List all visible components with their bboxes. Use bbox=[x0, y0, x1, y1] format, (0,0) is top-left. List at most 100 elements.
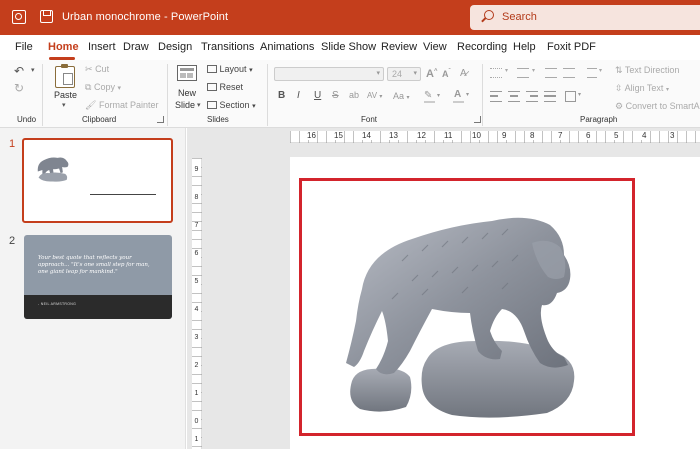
strikethrough-button[interactable]: S bbox=[332, 90, 339, 101]
highlight-color-button[interactable]: ✎ ▾ bbox=[424, 90, 442, 104]
tab-recording[interactable]: Recording bbox=[457, 41, 507, 53]
font-group-label: Font bbox=[361, 115, 378, 124]
copy-icon: ⧉ bbox=[85, 82, 92, 92]
ruler-number: 13 bbox=[388, 131, 399, 140]
tab-file[interactable]: File bbox=[15, 41, 33, 53]
clipboard-icon bbox=[55, 64, 75, 88]
decrease-indent-button[interactable] bbox=[545, 68, 557, 80]
bold-button[interactable]: B bbox=[278, 90, 285, 101]
tab-review[interactable]: Review bbox=[381, 41, 417, 53]
italic-button[interactable]: I bbox=[297, 90, 300, 101]
tab-help[interactable]: Help bbox=[513, 41, 536, 53]
tab-draw[interactable]: Draw bbox=[123, 41, 149, 53]
change-case-button[interactable]: Aa ▾ bbox=[393, 91, 410, 101]
ruler-number: 4 bbox=[641, 131, 648, 140]
convert-smartart-button[interactable]: ⚙ Convert to SmartArt bbox=[615, 101, 700, 112]
align-text-button[interactable]: ⇳ Align Text ▾ bbox=[615, 83, 669, 94]
font-name-combo[interactable]: ▾ bbox=[274, 67, 384, 81]
save-icon[interactable] bbox=[40, 10, 53, 23]
text-direction-icon: ⇅ bbox=[615, 65, 623, 75]
ruler-number: 12 bbox=[416, 131, 427, 140]
undo-dropdown-icon[interactable]: ▾ bbox=[31, 66, 35, 74]
align-center-icon bbox=[510, 95, 518, 97]
powerpoint-logo-icon bbox=[12, 10, 26, 24]
slide-thumbnail-1[interactable] bbox=[22, 138, 173, 223]
justify-button[interactable] bbox=[544, 91, 556, 102]
clipboard-launcher-icon[interactable] bbox=[157, 116, 164, 123]
ribbon: ↶ ▾ ↻ Undo Paste ▾ ✂ Cut ⧉ Copy ▾ 🖌 Form… bbox=[0, 60, 700, 128]
align-left-button[interactable] bbox=[490, 91, 502, 102]
new-slide-button[interactable]: New Slide ▾ bbox=[173, 63, 201, 115]
text-shadow-button[interactable]: ab bbox=[349, 90, 359, 100]
align-center-button[interactable] bbox=[508, 91, 520, 102]
slide-thumbnail-2[interactable]: Your best quote that reflects your appro… bbox=[24, 235, 172, 319]
tab-design[interactable]: Design bbox=[158, 41, 192, 53]
ruler-number: 5 bbox=[192, 278, 201, 286]
bullets-icon bbox=[490, 68, 502, 78]
tab-home[interactable]: Home bbox=[48, 41, 79, 53]
layout-button[interactable]: Layout ▾ bbox=[207, 64, 253, 74]
format-painter-icon: 🖌 bbox=[85, 100, 97, 110]
undo-icon: ↶ bbox=[14, 64, 25, 78]
horizontal-ruler: 16 15 14 13 12 11 10 9 8 7 6 5 4 3 bbox=[290, 131, 700, 143]
search-icon bbox=[484, 10, 494, 20]
grow-font-icon: A bbox=[426, 68, 434, 80]
tab-insert[interactable]: Insert bbox=[88, 41, 116, 53]
justify-icon bbox=[544, 95, 556, 97]
clear-formatting-button[interactable]: A̷ bbox=[460, 68, 472, 80]
smartart-icon: ⚙ bbox=[615, 101, 624, 111]
bear-thumbnail-image bbox=[37, 157, 69, 182]
ruler-number: 7 bbox=[557, 131, 564, 140]
ruler-number: 4 bbox=[192, 306, 201, 314]
font-color-button[interactable]: A ▾ bbox=[453, 89, 471, 103]
section-button[interactable]: Section ▾ bbox=[207, 100, 256, 110]
paste-button[interactable]: Paste ▾ bbox=[52, 64, 78, 114]
highlighter-icon: ✎ bbox=[424, 90, 433, 101]
cut-label: Cut bbox=[95, 64, 110, 74]
tab-slide-show[interactable]: Slide Show bbox=[321, 41, 376, 53]
reset-icon bbox=[207, 83, 217, 91]
thumbnail-quote-text: Your best quote that reflects your appro… bbox=[38, 255, 150, 275]
bear-image-frame[interactable] bbox=[299, 178, 635, 436]
font-name-dropdown-icon: ▾ bbox=[376, 70, 380, 77]
search-placeholder: Search bbox=[502, 11, 537, 23]
bullets-button[interactable]: ▾ bbox=[490, 68, 512, 80]
bear-statue-image[interactable] bbox=[302, 181, 632, 433]
ruler-number: 1 bbox=[192, 436, 201, 444]
search-box[interactable]: Search bbox=[470, 5, 700, 30]
tab-transitions[interactable]: Transitions bbox=[201, 41, 254, 53]
align-right-button[interactable] bbox=[526, 91, 538, 102]
copy-button[interactable]: ⧉ Copy ▾ bbox=[85, 82, 121, 93]
columns-button[interactable]: ▾ bbox=[565, 91, 585, 103]
document-title: Urban monochrome - PowerPoint bbox=[62, 11, 229, 23]
columns-icon bbox=[565, 91, 576, 102]
character-spacing-button[interactable]: AV ▾ bbox=[367, 91, 382, 100]
line-spacing-button[interactable]: ▾ bbox=[587, 68, 607, 80]
increase-indent-icon bbox=[563, 68, 575, 78]
text-direction-label: Text Direction bbox=[624, 65, 680, 75]
ruler-number: 9 bbox=[192, 166, 201, 174]
redo-icon: ↻ bbox=[14, 81, 25, 95]
format-painter-button[interactable]: 🖌 Format Painter bbox=[85, 100, 158, 111]
layout-label: Layout bbox=[219, 64, 247, 74]
ruler-number: 11 bbox=[443, 131, 454, 140]
undo-group-label: Undo bbox=[17, 115, 37, 124]
grow-font-button[interactable]: A^ bbox=[426, 68, 437, 80]
text-direction-button[interactable]: ⇅ Text Direction bbox=[615, 65, 679, 76]
font-color-dropdown-icon: ▾ bbox=[466, 92, 470, 98]
redo-button[interactable]: ↻ bbox=[14, 81, 24, 95]
numbering-button[interactable]: ▾ bbox=[517, 68, 539, 80]
reset-button[interactable]: Reset bbox=[207, 82, 243, 92]
tab-foxit-pdf[interactable]: Foxit PDF bbox=[547, 41, 596, 53]
cut-button[interactable]: ✂ Cut bbox=[85, 64, 109, 75]
tab-animations[interactable]: Animations bbox=[260, 41, 314, 53]
tab-view[interactable]: View bbox=[423, 41, 447, 53]
underline-button[interactable]: U bbox=[314, 90, 321, 101]
font-launcher-icon[interactable] bbox=[474, 116, 481, 123]
character-spacing-icon: AV bbox=[367, 91, 378, 100]
font-color-icon: A bbox=[454, 89, 462, 100]
paste-dropdown-icon: ▾ bbox=[62, 102, 66, 109]
shrink-font-button[interactable]: Aˇ bbox=[442, 69, 451, 79]
increase-indent-button[interactable] bbox=[563, 68, 575, 80]
font-size-combo[interactable]: 24 ▾ bbox=[387, 67, 421, 81]
